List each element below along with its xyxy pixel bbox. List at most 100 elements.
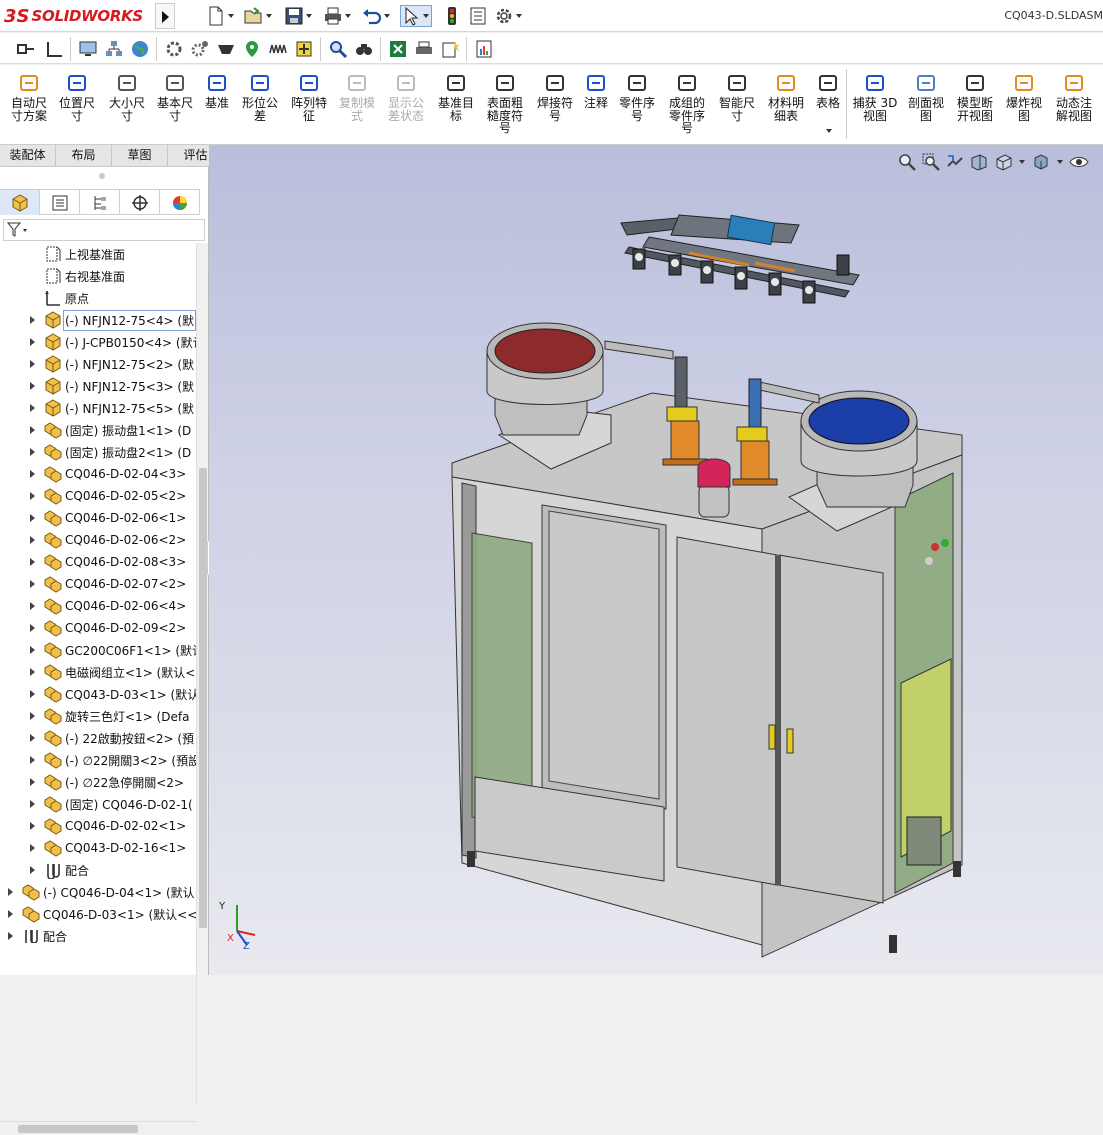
tree-item-component[interactable]: (-) NFJN12-75<5> (默 (28, 397, 194, 419)
expand-arrow-icon[interactable] (6, 931, 16, 941)
select-button[interactable] (400, 5, 432, 27)
gtol-button[interactable]: 形位公差 (236, 71, 284, 141)
tab-feature-manager[interactable] (0, 190, 40, 215)
tree-item-component[interactable]: CQ043-D-02-16<1> (28, 837, 186, 859)
spring-icon[interactable] (268, 39, 288, 59)
tree-item-component[interactable]: (固定) CQ046-D-02-1( (28, 793, 193, 815)
rebuild-button[interactable] (442, 5, 462, 27)
tree-item-mates[interactable]: 配合 (6, 925, 67, 943)
tree-item-component[interactable]: (-) NFJN12-75<2> (默 (28, 353, 194, 375)
globe-icon[interactable] (130, 39, 150, 59)
solidworks-logo[interactable]: 3S SOLIDWORKS (4, 3, 154, 29)
signal-tower-lamp[interactable] (697, 458, 731, 518)
chevron-down-icon[interactable] (384, 12, 392, 20)
binoculars-icon[interactable] (354, 39, 374, 59)
section-view-button[interactable]: 剖面视图 (904, 71, 948, 141)
tree-item-origin[interactable]: 原点 (28, 287, 89, 309)
expand-arrow-icon[interactable] (28, 711, 38, 721)
open-button[interactable] (244, 5, 274, 27)
expand-arrow-icon[interactable] (28, 689, 38, 699)
tab-display-manager[interactable] (160, 190, 200, 215)
tree-item-component[interactable]: CQ046-D-02-06<2> (28, 529, 186, 551)
expand-arrow-icon[interactable] (28, 579, 38, 589)
angle-icon[interactable] (44, 39, 64, 59)
scroll-thumb[interactable] (18, 1125, 138, 1133)
expand-arrow-icon[interactable] (28, 513, 38, 523)
expand-arrow-icon[interactable] (28, 623, 38, 633)
tree-item-component[interactable]: (-) J-CPB0150<4> (默认 (28, 331, 196, 353)
expand-arrow-icon[interactable] (6, 909, 16, 919)
gears-icon[interactable] (190, 39, 210, 59)
size-dim-button[interactable]: 大小尺寸 (104, 71, 150, 141)
printer-icon[interactable] (414, 39, 434, 59)
tree-item-mates[interactable]: 配合 (28, 859, 89, 881)
expand-arrow-icon[interactable] (28, 799, 38, 809)
tree-item-component[interactable]: (-) CQ046-D-04<1> (默认 (6, 881, 195, 903)
expand-arrow-icon[interactable] (6, 887, 16, 897)
excel-icon[interactable] (388, 39, 408, 59)
expand-arrow-icon[interactable] (28, 777, 38, 787)
report-icon[interactable] (474, 39, 494, 59)
table-dropdown-icon[interactable] (826, 127, 834, 135)
tree-item-plane[interactable]: 上视基准面 (28, 243, 125, 265)
expand-arrow-icon[interactable] (28, 425, 38, 435)
bowl-icon[interactable] (216, 39, 236, 59)
expand-arrow-icon[interactable] (28, 667, 38, 677)
basic-dim-button[interactable]: 基本尺寸 (152, 71, 198, 141)
tree-vertical-scrollbar[interactable] (196, 243, 208, 1105)
expand-arrow-icon[interactable] (28, 645, 38, 655)
tab-configuration-manager[interactable] (80, 190, 120, 215)
capture-3d-button[interactable]: 捕获 3D 视图 (850, 71, 900, 141)
tree-item-component[interactable]: CQ046-D-02-06<1> (28, 507, 186, 529)
tree-item-component[interactable]: (-) ∅22急停開關<2> (28, 771, 184, 793)
show-tolerance-button[interactable]: 显示公 差状态 (382, 71, 430, 141)
tree-item-component[interactable]: (固定) 振动盘1<1> (D (28, 419, 191, 441)
new-sheet-icon[interactable] (440, 39, 460, 59)
scroll-thumb[interactable] (199, 468, 207, 928)
chevron-down-icon[interactable] (266, 12, 274, 20)
chevron-down-icon[interactable] (516, 12, 524, 20)
tree-item-component[interactable]: CQ046-D-02-02<1> (28, 815, 186, 837)
chevron-down-icon[interactable] (306, 12, 314, 20)
expand-arrow-icon[interactable] (28, 403, 38, 413)
tree-item-component[interactable]: CQ046-D-02-07<2> (28, 573, 186, 595)
explode-view-button[interactable]: 爆炸视图 (1000, 71, 1048, 141)
tree-item-component[interactable]: 电磁阀组立<1> (默认< (28, 661, 195, 683)
tab-command-1[interactable]: 布局 (56, 145, 112, 167)
weld-symbol-button[interactable]: 焊接符号 (532, 71, 578, 141)
copy-scheme-button[interactable]: 复制模式 (334, 71, 380, 141)
expand-arrow-icon[interactable] (28, 843, 38, 853)
tree-item-component[interactable]: 旋转三色灯<1> (Defa (28, 705, 189, 727)
tree-item-component[interactable]: (-) 22啟動按鈕<2> (預 (28, 727, 194, 749)
bom-button[interactable]: 材料明 细表 (762, 71, 810, 141)
tree-item-component[interactable]: CQ046-D-02-09<2> (28, 617, 186, 639)
tree-horizontal-scrollbar[interactable] (0, 1121, 196, 1135)
tab-command-2[interactable]: 草图 (112, 145, 168, 167)
expand-arrow-icon[interactable] (28, 491, 38, 501)
menu-expand-arrow[interactable] (155, 3, 175, 29)
tree-item-component[interactable]: CQ046-D-02-04<3> (28, 463, 186, 485)
expand-arrow-icon[interactable] (28, 447, 38, 457)
tab-command-0[interactable]: 装配体 (0, 145, 56, 167)
save-button[interactable] (284, 5, 314, 27)
monitor-icon[interactable] (78, 39, 98, 59)
chevron-down-icon[interactable] (228, 12, 236, 20)
datum-target-button[interactable]: 基准目标 (434, 71, 478, 141)
search-icon[interactable] (328, 39, 348, 59)
note-button[interactable]: 注释 (580, 71, 612, 141)
tree-item-component[interactable]: (-) ∅22開關3<2> (預設 (28, 749, 196, 771)
tree-item-component[interactable]: GC200C06F1<1> (默认 (28, 639, 196, 661)
datum-button[interactable]: 基准 (200, 71, 234, 141)
tree-item-component[interactable]: CQ046-D-02-05<2> (28, 485, 186, 507)
tree-filter[interactable] (3, 219, 205, 241)
auto-dim-button[interactable]: 自动尺 寸方案 (4, 71, 54, 141)
expand-arrow-icon[interactable] (28, 535, 38, 545)
chevron-down-icon[interactable] (423, 12, 431, 20)
expand-arrow-icon[interactable] (28, 865, 38, 875)
balloon-button[interactable]: 零件序号 (614, 71, 660, 141)
expand-arrow-icon[interactable] (28, 469, 38, 479)
broken-out-button[interactable]: 模型断 开视图 (952, 71, 998, 141)
gripper-assembly[interactable] (620, 214, 860, 304)
new-button[interactable] (206, 5, 236, 27)
panel-grip[interactable] (99, 173, 105, 179)
